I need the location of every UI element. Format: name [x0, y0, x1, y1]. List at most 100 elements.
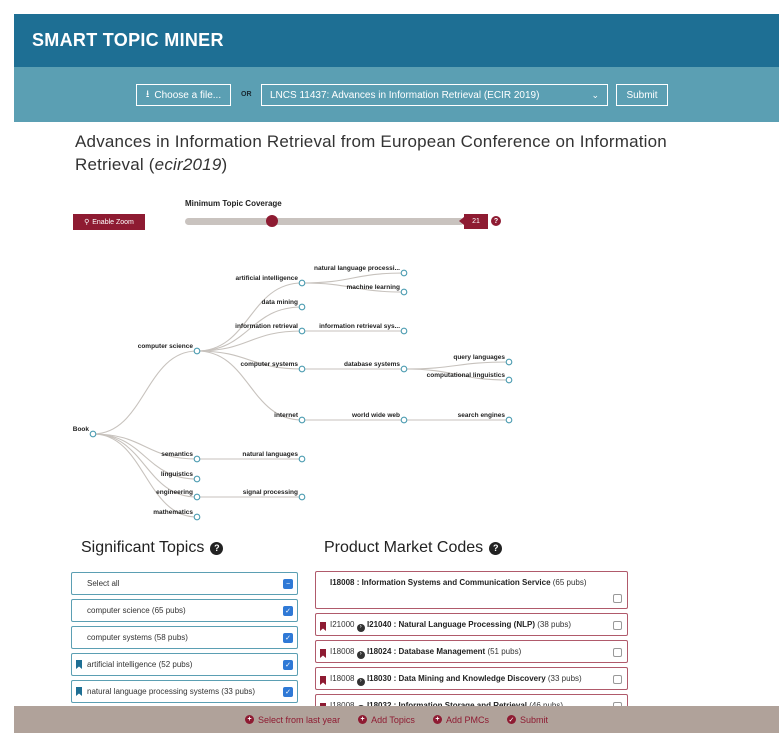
- tree-label-sem: semantics: [161, 451, 193, 458]
- tree-label-ir: information retrieval: [235, 323, 298, 330]
- significant-topics-heading: Significant Topics: [81, 539, 205, 556]
- pmc-count: (51 pubs): [485, 647, 522, 656]
- pmc-parent-code: I18008: [330, 647, 355, 656]
- tree-label-sp: signal processing: [243, 489, 298, 496]
- select-last-year-button[interactable]: + Select from last year: [245, 715, 340, 725]
- tree-label-ml: machine learning: [347, 284, 400, 291]
- arrow-right-icon: ›: [356, 650, 365, 659]
- tree-node-irs[interactable]: [400, 327, 408, 335]
- topic-label: Select all: [87, 579, 120, 588]
- tree-link: [301, 272, 405, 284]
- action-footer: + Select from last year + Add Topics + Add …: [14, 706, 779, 733]
- bookmark-icon: [320, 649, 326, 658]
- choose-file-button[interactable]: ⭳ Choose a file...: [136, 84, 231, 106]
- topic-row[interactable]: computer science (65 pubs) ✓: [71, 599, 298, 622]
- bookmark-icon: [320, 676, 326, 685]
- topic-checkbox[interactable]: ✓: [283, 633, 293, 643]
- tree-node-eng[interactable]: [193, 493, 201, 501]
- tree-label-ai: artificial intelligence: [236, 275, 299, 282]
- bookmark-icon: [76, 660, 82, 669]
- plus-icon: +: [245, 715, 255, 724]
- control-bar: ⭳ Choose a file... OR LNCS 11437: Advanc…: [14, 67, 779, 122]
- footer-submit-button[interactable]: ✓ Submit: [506, 715, 548, 725]
- coverage-slider-track[interactable]: [185, 218, 464, 225]
- tree-label-inet: internet: [274, 412, 299, 419]
- tree-node-www[interactable]: [400, 416, 408, 424]
- title-close: ): [221, 155, 228, 174]
- topic-row-select-all[interactable]: Select all −: [71, 572, 298, 595]
- tree-label-book: Book: [73, 426, 90, 433]
- tree-node-ai[interactable]: [298, 279, 306, 287]
- tree-label-nl: natural languages: [242, 451, 298, 458]
- pmc-count: (38 pubs): [534, 620, 572, 629]
- tree-node-csys[interactable]: [298, 365, 306, 373]
- topic-checkbox[interactable]: ✓: [283, 660, 293, 670]
- tree-label-nlp: natural language processi...: [314, 265, 400, 272]
- tree-link: [403, 361, 510, 370]
- pmc-code: I18008 : Information Systems and Communi…: [330, 578, 551, 587]
- arrow-right-icon: ›: [356, 677, 365, 686]
- pmc-code: I18024 : Database Management: [366, 647, 486, 656]
- add-pmcs-label: Add PMCs: [445, 714, 489, 725]
- question-icon[interactable]: ?: [210, 541, 224, 555]
- volume-select[interactable]: LNCS 11437: Advances in Information Retr…: [261, 84, 608, 106]
- tree-label-dm: data mining: [262, 299, 299, 306]
- tree-node-se[interactable]: [505, 416, 513, 424]
- choose-file-label: Choose a file...: [154, 89, 222, 101]
- pmc-checkbox[interactable]: [613, 621, 622, 630]
- tree-node-nl[interactable]: [298, 455, 306, 463]
- tree-node-ir[interactable]: [298, 327, 306, 335]
- select-all-checkbox[interactable]: −: [283, 579, 293, 589]
- topic-row[interactable]: computer systems (58 pubs) ✓: [71, 626, 298, 649]
- tree-node-dm[interactable]: [298, 303, 306, 311]
- pmc-checkbox[interactable]: [613, 648, 622, 657]
- pmc-checkbox[interactable]: [613, 594, 622, 603]
- pmc-checkbox[interactable]: [613, 675, 622, 684]
- chevron-down-icon: ⌄: [591, 89, 599, 100]
- tree-label-irs: information retrieval sys...: [319, 323, 400, 330]
- topic-row[interactable]: natural language processing systems (33 …: [71, 680, 298, 703]
- tree-node-cs[interactable]: [193, 347, 201, 355]
- pmc-row[interactable]: I18008 › I18030 : Data Mining and Knowle…: [315, 667, 628, 690]
- tree-node-sp[interactable]: [298, 493, 306, 501]
- tree-node-ml[interactable]: [400, 288, 408, 296]
- tree-node-ling[interactable]: [193, 475, 201, 483]
- topic-checkbox[interactable]: ✓: [283, 687, 293, 697]
- tree-label-www: world wide web: [351, 412, 400, 419]
- pmc-count: (65 pubs): [550, 578, 587, 587]
- tree-label-ling: linguistics: [161, 471, 194, 478]
- tree-node-cl[interactable]: [505, 376, 513, 384]
- add-topics-button[interactable]: + Add Topics: [358, 715, 415, 725]
- tree-node-book[interactable]: [89, 430, 97, 438]
- pmc-row[interactable]: I18008 : Information Systems and Communi…: [315, 571, 628, 609]
- enable-zoom-button[interactable]: ⚲ Enable Zoom: [73, 214, 145, 230]
- bookmark-icon: [320, 622, 326, 631]
- add-topics-label: Add Topics: [371, 714, 415, 725]
- submit-button[interactable]: Submit: [616, 84, 668, 106]
- tree-link: [196, 330, 303, 352]
- significant-topics-title: Significant Topics ?: [81, 539, 224, 557]
- tree-label-math: mathematics: [153, 509, 193, 516]
- coverage-help-icon[interactable]: ?: [491, 216, 501, 226]
- topic-checkbox[interactable]: ✓: [283, 606, 293, 616]
- coverage-label: Minimum Topic Coverage: [185, 199, 282, 208]
- add-pmcs-button[interactable]: + Add PMCs: [432, 714, 489, 725]
- tree-node-inet[interactable]: [298, 416, 306, 424]
- volume-select-value: LNCS 11437: Advances in Information Retr…: [270, 89, 540, 101]
- tree-node-math[interactable]: [193, 513, 201, 521]
- tree-label-eng: engineering: [156, 489, 193, 496]
- question-icon[interactable]: ?: [489, 541, 503, 555]
- tree-node-sem[interactable]: [193, 455, 201, 463]
- coverage-slider-handle[interactable]: [266, 215, 278, 227]
- pmc-row[interactable]: I21000 › I21040 : Natural Language Proce…: [315, 613, 628, 636]
- tree-node-ql[interactable]: [505, 358, 513, 366]
- tree-node-db[interactable]: [400, 365, 408, 373]
- topic-label: computer science (65 pubs): [87, 606, 186, 615]
- plus-icon: +: [358, 715, 368, 724]
- select-last-year-label: Select from last year: [258, 714, 341, 725]
- tree-node-nlp[interactable]: [400, 269, 408, 277]
- topic-row[interactable]: artificial intelligence (52 pubs) ✓: [71, 653, 298, 676]
- check-icon: ✓: [506, 715, 516, 724]
- pmc-row[interactable]: I18008 › I18024 : Database Management (5…: [315, 640, 628, 663]
- enable-zoom-label: Enable Zoom: [92, 218, 134, 226]
